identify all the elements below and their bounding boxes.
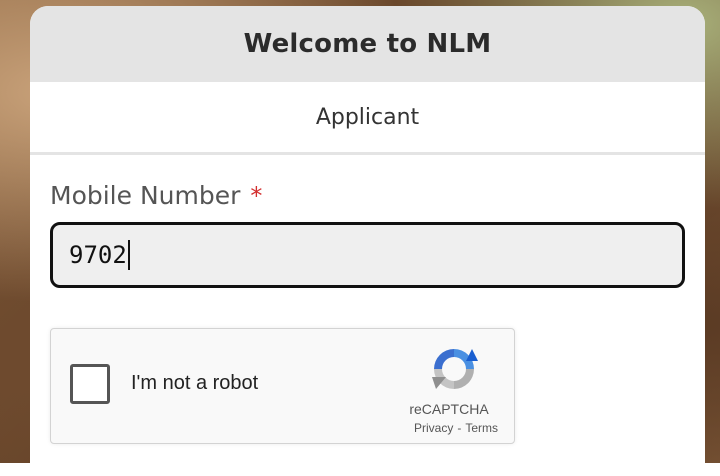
- recaptcha-checkbox[interactable]: [70, 364, 110, 404]
- mobile-number-input[interactable]: 9702: [50, 222, 685, 288]
- login-form: Mobile Number * 9702 I'm not a robot reC…: [30, 181, 705, 444]
- text-caret: [127, 240, 130, 270]
- login-card: Welcome to NLM Applicant Mobile Number *…: [30, 6, 705, 476]
- terms-link[interactable]: Terms: [465, 421, 498, 435]
- tab-applicant[interactable]: Applicant: [316, 105, 419, 130]
- card-header: Welcome to NLM: [30, 6, 705, 82]
- tab-bar: Applicant: [30, 82, 705, 155]
- recaptcha-links: Privacy - Terms: [414, 421, 498, 435]
- page-title: Welcome to NLM: [243, 29, 492, 59]
- privacy-link[interactable]: Privacy: [414, 421, 453, 435]
- recaptcha-brand: reCAPTCHA: [409, 401, 489, 417]
- recaptcha-checkbox-label: I'm not a robot: [131, 372, 259, 394]
- recaptcha-logo-icon: [432, 349, 478, 389]
- mobile-number-label: Mobile Number *: [50, 181, 685, 210]
- mobile-number-value: 9702: [69, 241, 127, 269]
- recaptcha-widget: I'm not a robot reCAPTCHA Privacy - Term…: [50, 328, 515, 444]
- required-asterisk: *: [250, 181, 263, 210]
- link-separator: -: [457, 421, 462, 435]
- mobile-number-label-text: Mobile Number: [50, 181, 241, 210]
